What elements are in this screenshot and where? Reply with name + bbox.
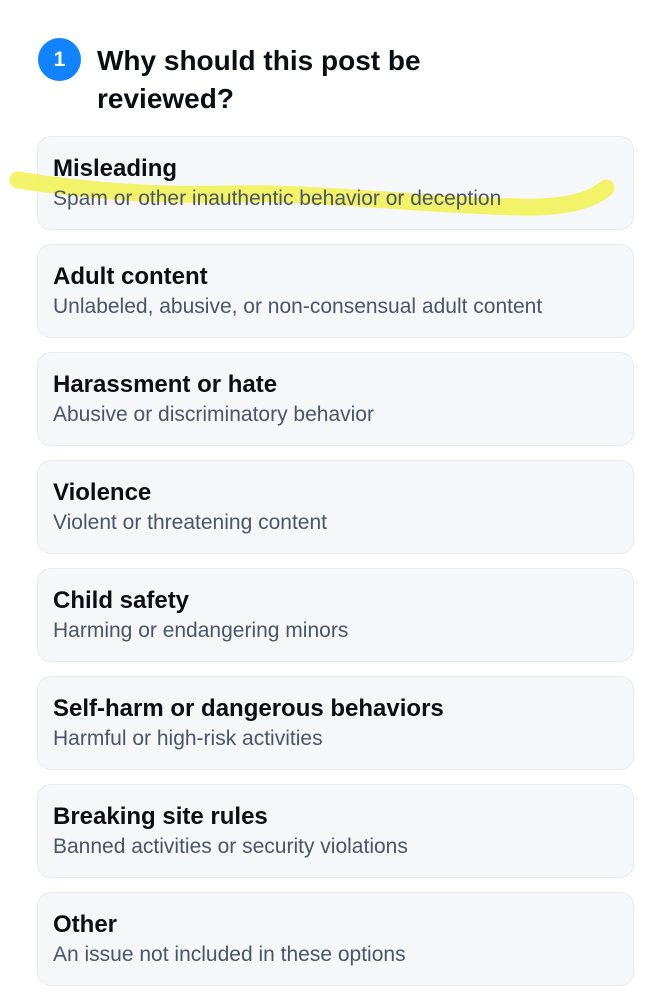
option-title: Harassment or hate [53,371,278,398]
option-description: Harming or endangering minors [53,619,349,642]
option-description: Violent or threatening content [53,511,327,534]
option-harassment-or-hate[interactable]: Harassment or hate Abusive or discrimina… [37,352,634,446]
option-breaking-site-rules[interactable]: Breaking site rules Banned activities or… [37,784,634,878]
step-number-badge: 1 [38,38,81,81]
option-description: Banned activities or security violations [53,835,408,858]
option-description: Unlabeled, abusive, or non-consensual ad… [53,295,543,318]
option-title: Child safety [53,587,190,614]
option-description: Abusive or discriminatory behavior [53,403,374,426]
option-description: Harmful or high-risk activities [53,727,323,750]
option-adult-content[interactable]: Adult content Unlabeled, abusive, or non… [37,244,634,338]
step-title: Why should this post be reviewed? [97,45,421,114]
option-child-safety[interactable]: Child safety Harming or endangering mino… [37,568,634,662]
option-self-harm[interactable]: Self-harm or dangerous behaviors Harmful… [37,676,634,770]
option-description: Spam or other inauthentic behavior or de… [53,187,502,210]
option-misleading[interactable]: Misleading Spam or other inauthentic beh… [37,136,634,230]
option-title: Misleading [53,155,178,182]
option-title: Breaking site rules [53,803,268,830]
option-title: Adult content [53,263,208,290]
option-other[interactable]: Other An issue not included in these opt… [37,892,634,986]
step-header: 1 Why should this post be reviewed? [38,38,497,118]
option-title: Self-harm or dangerous behaviors [53,695,444,722]
report-sheet: 1 Why should this post be reviewed? Misl… [0,0,671,1000]
option-description: An issue not included in these options [53,943,406,966]
option-violence[interactable]: Violence Violent or threatening content [37,460,634,554]
reason-options-list: Misleading Spam or other inauthentic beh… [37,136,634,1000]
option-title: Violence [53,479,152,506]
option-title: Other [53,911,118,938]
